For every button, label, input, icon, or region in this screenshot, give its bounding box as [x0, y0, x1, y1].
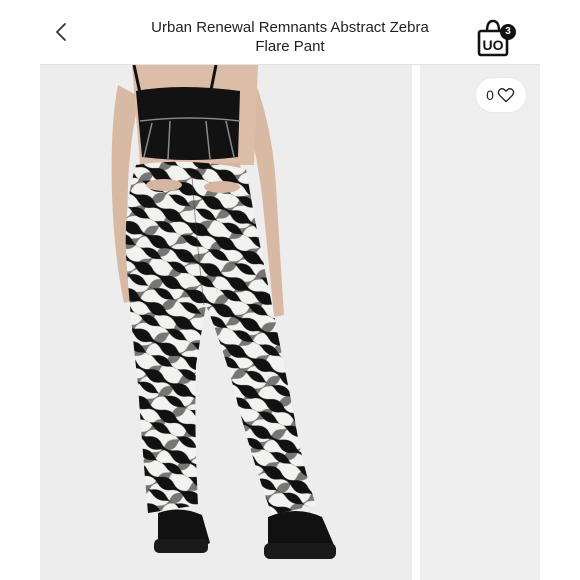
product-title-line-1: Urban Renewal Remnants Abstract Zebra — [151, 19, 429, 36]
chevron-left-icon[interactable] — [50, 20, 74, 44]
product-title-line-2: Flare Pant — [255, 38, 325, 55]
product-photo-illustration — [40, 65, 412, 580]
product-title: Urban Renewal Remnants Abstract Zebra Fl… — [132, 18, 448, 56]
bag-count-badge: 3 — [500, 24, 516, 40]
bag-brand-logo: UO — [483, 37, 504, 53]
right-margin — [540, 0, 580, 580]
app-frame: Urban Renewal Remnants Abstract Zebra Fl… — [40, 0, 540, 580]
product-photo[interactable] — [40, 65, 412, 580]
header: Urban Renewal Remnants Abstract Zebra Fl… — [40, 0, 540, 65]
next-product-photo[interactable] — [420, 65, 540, 580]
like-button[interactable]: 0 — [476, 78, 526, 112]
like-count: 0 — [486, 87, 494, 103]
left-margin — [0, 0, 40, 580]
heart-icon — [497, 87, 515, 103]
